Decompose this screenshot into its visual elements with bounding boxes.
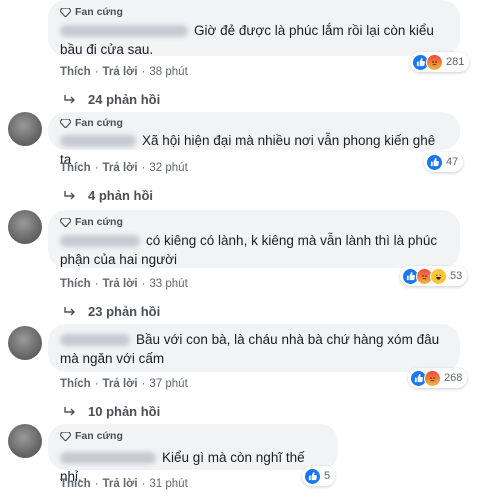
reply-button[interactable]: Trả lời xyxy=(103,278,138,290)
like-button[interactable]: Thích xyxy=(60,378,91,390)
comment-text: Giờ đẻ được là phúc lắm rồi lại còn kiểu… xyxy=(60,23,434,57)
view-replies[interactable]: 10 phản hồi xyxy=(64,404,160,419)
comment-actions: Thích · Trả lời · 32 phút xyxy=(60,162,188,174)
reply-button[interactable]: Trả lời xyxy=(103,162,138,174)
avatar[interactable] xyxy=(8,210,42,244)
reaction-summary[interactable]: 281 xyxy=(410,52,470,72)
diamond-icon xyxy=(60,431,71,441)
comment-actions: Thích · Trả lời · 31 phút xyxy=(60,478,188,490)
angry-icon xyxy=(424,369,441,387)
view-replies[interactable]: 24 phản hồi xyxy=(64,92,160,107)
comment-bubble: Bầu với con bà, là cháu nhà bà chứ hàng … xyxy=(48,324,460,372)
badge-label: Fan cứng xyxy=(75,6,123,18)
comment-actions: Thích · Trả lời · 33 phút xyxy=(60,278,188,290)
like-button[interactable]: Thích xyxy=(60,66,91,78)
view-replies[interactable]: 4 phản hồi xyxy=(64,188,153,203)
diamond-icon xyxy=(60,118,71,128)
reaction-count: 268 xyxy=(444,372,463,384)
reply-button[interactable]: Trả lời xyxy=(103,378,138,390)
author-name[interactable] xyxy=(60,25,188,38)
reaction-summary[interactable]: 53 xyxy=(400,266,468,286)
reply-arrow-icon xyxy=(64,406,75,415)
replies-label: 24 phản hồi xyxy=(88,92,161,107)
comment-text: Bầu với con bà, là cháu nhà bà chứ hàng … xyxy=(60,332,440,366)
timestamp[interactable]: 32 phút xyxy=(149,162,187,174)
angry-icon xyxy=(426,53,443,71)
reaction-summary[interactable]: 5 xyxy=(302,466,336,486)
reply-button[interactable]: Trả lời xyxy=(103,66,138,78)
comment-text: có kiêng có lành, k kiêng mà vẫn lành th… xyxy=(60,233,438,267)
replies-label: 23 phản hồi xyxy=(88,304,161,319)
reaction-count: 47 xyxy=(446,156,459,168)
reply-arrow-icon xyxy=(64,190,75,199)
avatar[interactable] xyxy=(8,112,42,146)
replies-label: 10 phản hồi xyxy=(88,404,161,419)
avatar[interactable] xyxy=(8,326,42,360)
like-icon xyxy=(426,153,443,171)
view-replies[interactable]: 23 phản hồi xyxy=(64,304,160,319)
reaction-count: 53 xyxy=(450,270,463,282)
reply-arrow-icon xyxy=(64,94,75,103)
comment-bubble: Fan cứng Xã hội hiện đại mà nhiều nơi vẫ… xyxy=(48,112,460,167)
like-button[interactable]: Thích xyxy=(60,278,91,290)
badge-label: Fan cứng xyxy=(75,430,123,442)
timestamp[interactable]: 33 phút xyxy=(149,278,187,290)
like-icon xyxy=(304,467,321,485)
fan-badge: Fan cứng xyxy=(60,430,326,442)
timestamp[interactable]: 38 phút xyxy=(149,66,187,78)
author-name[interactable] xyxy=(60,135,136,148)
fan-badge: Fan cứng xyxy=(60,6,448,18)
replies-label: 4 phản hồi xyxy=(88,188,153,203)
like-button[interactable]: Thích xyxy=(60,478,91,490)
reaction-summary[interactable]: 47 xyxy=(424,152,464,172)
reaction-count: 281 xyxy=(446,56,465,68)
reply-arrow-icon xyxy=(64,306,75,315)
author-name[interactable] xyxy=(60,235,140,248)
like-button[interactable]: Thích xyxy=(60,162,91,174)
fan-badge: Fan cứng xyxy=(60,216,448,228)
comment-bubble: Fan cứng có kiêng có lành, k kiêng mà vẫ… xyxy=(48,210,460,268)
comment-actions: Thích · Trả lời · 38 phút xyxy=(60,66,188,78)
reply-button[interactable]: Trả lời xyxy=(103,478,138,490)
diamond-icon xyxy=(60,217,71,227)
reaction-count: 5 xyxy=(324,470,331,482)
comment-bubble: Fan cứng Kiểu gì mà còn nghĩ thế nhỉ. xyxy=(48,424,338,484)
author-name[interactable] xyxy=(60,334,130,347)
diamond-icon xyxy=(60,7,71,17)
avatar[interactable] xyxy=(8,424,42,458)
comment-actions: Thích · Trả lời · 37 phút xyxy=(60,378,188,390)
badge-label: Fan cứng xyxy=(75,117,123,129)
author-name[interactable] xyxy=(60,452,156,465)
fan-badge: Fan cứng xyxy=(60,117,448,129)
timestamp[interactable]: 37 phút xyxy=(149,378,187,390)
badge-label: Fan cứng xyxy=(75,216,123,228)
reaction-summary[interactable]: 268 xyxy=(408,368,468,388)
haha-icon xyxy=(430,267,447,285)
timestamp[interactable]: 31 phút xyxy=(149,478,187,490)
comment-bubble: Fan cứng Giờ đẻ được là phúc lắm rồi lại… xyxy=(48,0,460,57)
